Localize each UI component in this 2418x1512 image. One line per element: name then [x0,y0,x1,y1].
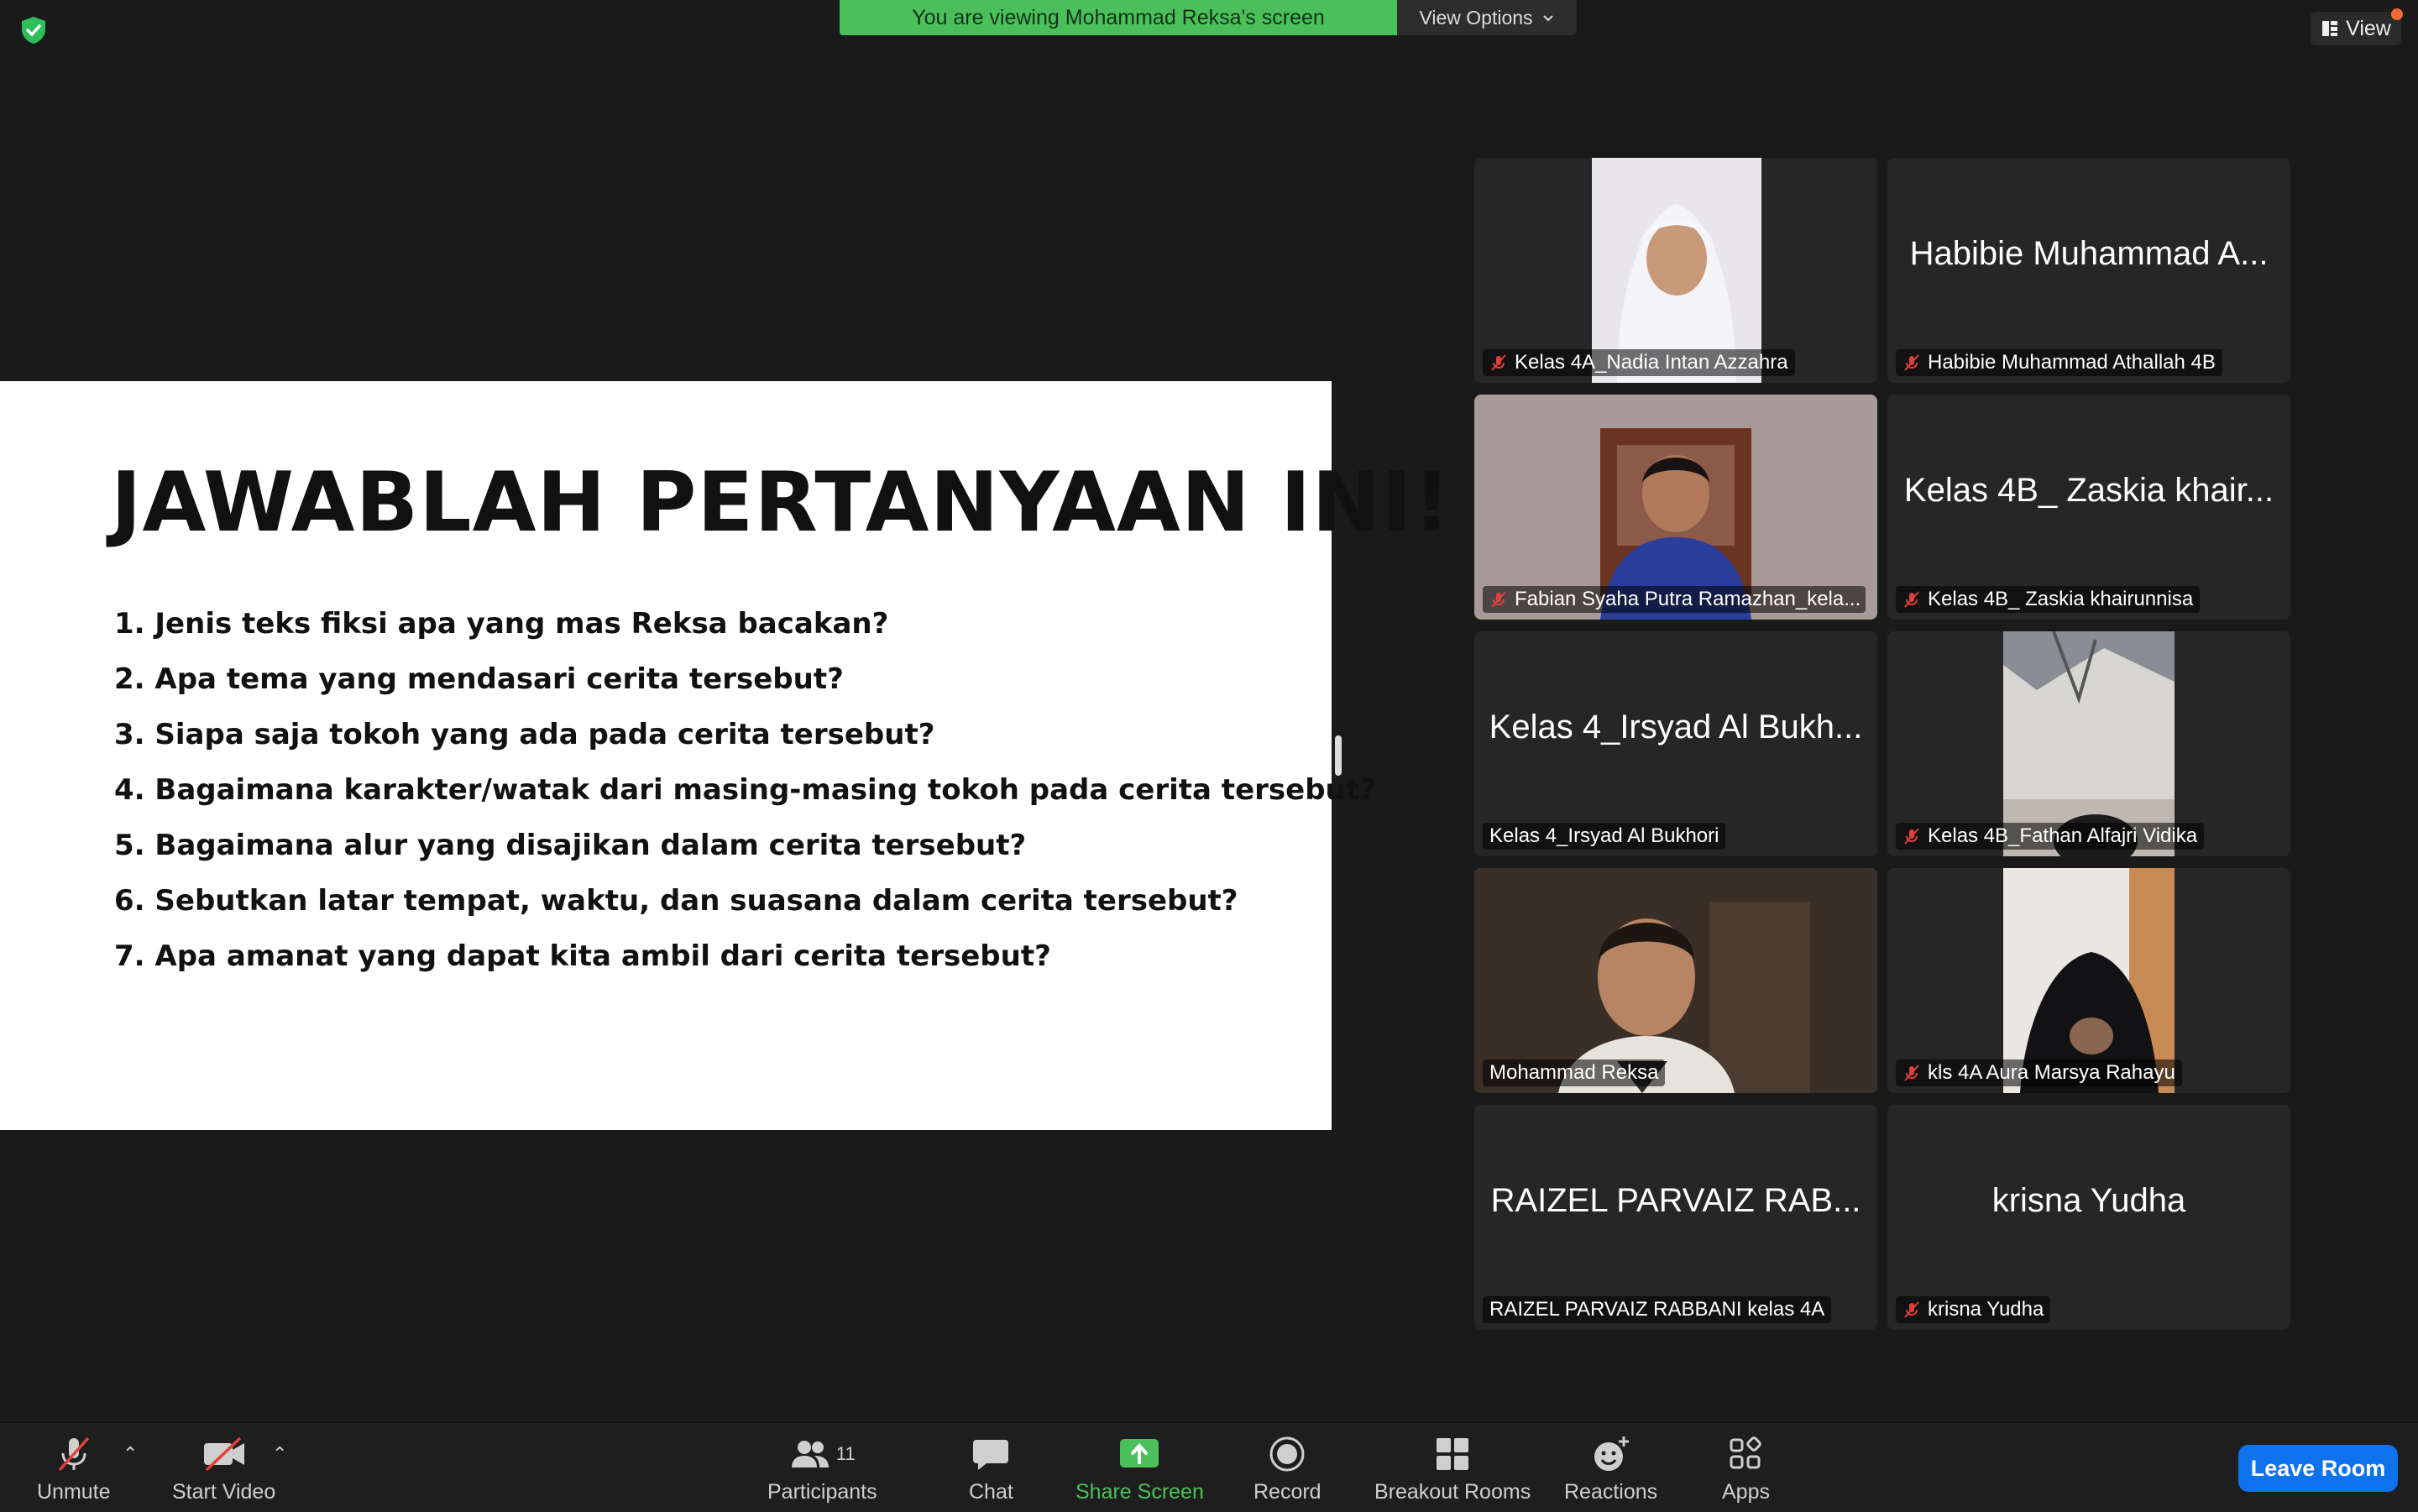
participant-tile[interactable]: krisna Yudha krisna Yudha [1887,1105,2290,1330]
participant-name: Kelas 4A_Nadia Intan Azzahra [1515,351,1788,374]
participant-name-label: Habibie Muhammad Athallah 4B [1896,349,2222,376]
question-item: 2. Apa tema yang mendasari cerita terseb… [114,662,844,696]
unmute-label: Unmute [37,1480,111,1504]
participant-name: Kelas 4B_Fathan Alfajri Vidika [1928,824,2198,847]
microphone-muted-icon [58,1436,90,1472]
participant-display-name: krisna Yudha [1991,1181,2186,1219]
chevron-down-icon [1542,15,1553,22]
reactions-label: Reactions [1564,1480,1658,1504]
participant-tile[interactable]: Kelas 4A_Nadia Intan Azzahra [1474,158,1877,383]
unmute-button[interactable]: Unmute [37,1435,111,1504]
participant-tile-active-speaker[interactable]: Mohammad Reksa [1474,868,1877,1093]
mic-muted-icon [1904,354,1919,371]
chat-label: Chat [969,1480,1013,1504]
view-options-button[interactable]: View Options [1397,0,1577,35]
question-item: 3. Siapa saja tokoh yang ada pada cerita… [114,718,935,751]
participants-label: Participants [767,1480,877,1504]
meeting-toolbar: Unmute ⌃ Start Video ⌃ 11 Participants C… [0,1422,2418,1512]
share-screen-button[interactable]: Share Screen [1076,1435,1204,1504]
participant-name-label: RAIZEL PARVAIZ RABBANI kelas 4A [1483,1296,1832,1323]
participant-name-label: Fabian Syaha Putra Ramazhan_kela... [1483,586,1866,613]
participant-name-label: Kelas 4_Irsyad Al Bukhori [1483,823,1726,850]
reactions-button[interactable]: Reactions [1564,1435,1657,1504]
apps-icon [1730,1436,1762,1469]
video-camera-off-icon [203,1436,244,1472]
participant-name-label: Kelas 4A_Nadia Intan Azzahra [1483,349,1795,376]
participant-tile[interactable]: Habibie Muhammad A... Habibie Muhammad A… [1887,158,2290,383]
breakout-rooms-icon [1437,1438,1469,1470]
chat-bubble-icon [973,1440,1009,1470]
participant-display-name: Habibie Muhammad A... [1909,234,2269,272]
participant-name-label: krisna Yudha [1896,1296,2051,1323]
participant-name-label: Kelas 4B_Fathan Alfajri Vidika [1896,823,2205,850]
participant-name: Kelas 4B_ Zaskia khairunnisa [1928,588,2194,610]
view-button[interactable]: View [2311,8,2403,45]
participant-name: Habibie Muhammad Athallah 4B [1928,351,2216,374]
question-item: 5. Bagaimana alur yang disajikan dalam c… [114,829,1027,862]
notification-dot [2391,8,2403,20]
mic-muted-icon [1904,1065,1919,1081]
mic-muted-icon [1491,354,1506,371]
participant-name: kls 4A Aura Marsya Rahayu [1928,1061,2175,1084]
share-screen-label: Share Screen [1076,1480,1204,1504]
view-label: View [2346,16,2391,40]
split-view-handle[interactable] [1335,735,1342,776]
question-item: 6. Sebutkan latar tempat, waktu, dan sua… [114,884,1238,918]
participant-name: Mohammad Reksa [1489,1061,1659,1084]
breakout-rooms-button[interactable]: Breakout Rooms [1374,1435,1531,1504]
participant-tile[interactable]: Kelas 4B_ Zaskia khair... Kelas 4B_ Zask… [1887,395,2290,620]
participant-display-name: RAIZEL PARVAIZ RAB... [1490,1181,1861,1219]
participant-name-label: Kelas 4B_ Zaskia khairunnisa [1896,586,2201,613]
question-item: 7. Apa amanat yang dapat kita ambil dari… [114,939,1051,973]
layout-icon [2322,21,2338,36]
participant-tile[interactable]: Fabian Syaha Putra Ramazhan_kela... [1474,395,1877,620]
participant-name: krisna Yudha [1928,1298,2044,1321]
viewing-screen-message: You are viewing Mohammad Reksa's screen [840,0,1397,35]
participant-display-name: Kelas 4B_ Zaskia khair... [1903,471,2274,509]
video-options-caret-icon[interactable]: ⌃ [272,1443,287,1465]
participant-name: RAIZEL PARVAIZ RABBANI kelas 4A [1489,1298,1825,1321]
question-item: 4. Bagaimana karakter/watak dari masing-… [114,773,1376,807]
audio-options-caret-icon[interactable]: ⌃ [123,1443,138,1465]
screen-share-banner: You are viewing Mohammad Reksa's screen … [840,0,1577,35]
smiley-plus-icon [1594,1436,1629,1471]
slide-title: JAWABLAH PERTANYAAN INI! [111,455,1452,551]
mic-muted-icon [1491,591,1506,608]
participant-name: Fabian Syaha Putra Ramazhan_kela... [1515,588,1861,610]
start-video-label: Start Video [172,1480,276,1504]
participants-count: 11 [835,1443,856,1464]
apps-button[interactable]: Apps [1722,1435,1770,1504]
participant-name-label: Mohammad Reksa [1483,1059,1666,1086]
apps-label: Apps [1722,1480,1770,1504]
participant-tile[interactable]: RAIZEL PARVAIZ RAB... RAIZEL PARVAIZ RAB… [1474,1105,1877,1330]
participant-tile[interactable]: Kelas 4_Irsyad Al Bukh... Kelas 4_Irsyad… [1474,631,1877,856]
security-shield-icon[interactable] [18,15,49,45]
participant-name: Kelas 4_Irsyad Al Bukhori [1489,824,1719,847]
mic-muted-icon [1904,591,1919,608]
participant-tile[interactable]: Kelas 4B_Fathan Alfajri Vidika [1887,631,2290,856]
mic-muted-icon [1904,828,1919,845]
participants-button[interactable]: 11 Participants [767,1435,877,1504]
chat-button[interactable]: Chat [969,1435,1013,1504]
record-icon [1269,1436,1305,1472]
leave-room-button[interactable]: Leave Room [2238,1445,2398,1492]
breakout-rooms-label: Breakout Rooms [1374,1480,1531,1504]
start-video-button[interactable]: Start Video [172,1435,275,1504]
question-list: 1. Jenis teks fiksi apa yang mas Reksa b… [114,596,1376,984]
question-item: 1. Jenis teks fiksi apa yang mas Reksa b… [114,607,889,641]
participant-display-name: Kelas 4_Irsyad Al Bukh... [1489,708,1863,746]
participant-tile[interactable]: kls 4A Aura Marsya Rahayu [1887,868,2290,1093]
participants-icon [791,1441,829,1468]
record-button[interactable]: Record [1253,1435,1322,1504]
shared-screen: JAWABLAH PERTANYAAN INI! 1. Jenis teks f… [0,381,1451,1130]
share-screen-icon [1120,1439,1159,1468]
participant-name-label: kls 4A Aura Marsya Rahayu [1896,1059,2182,1086]
view-options-label: View Options [1419,6,1533,29]
record-label: Record [1253,1480,1322,1504]
mic-muted-icon [1904,1301,1919,1318]
